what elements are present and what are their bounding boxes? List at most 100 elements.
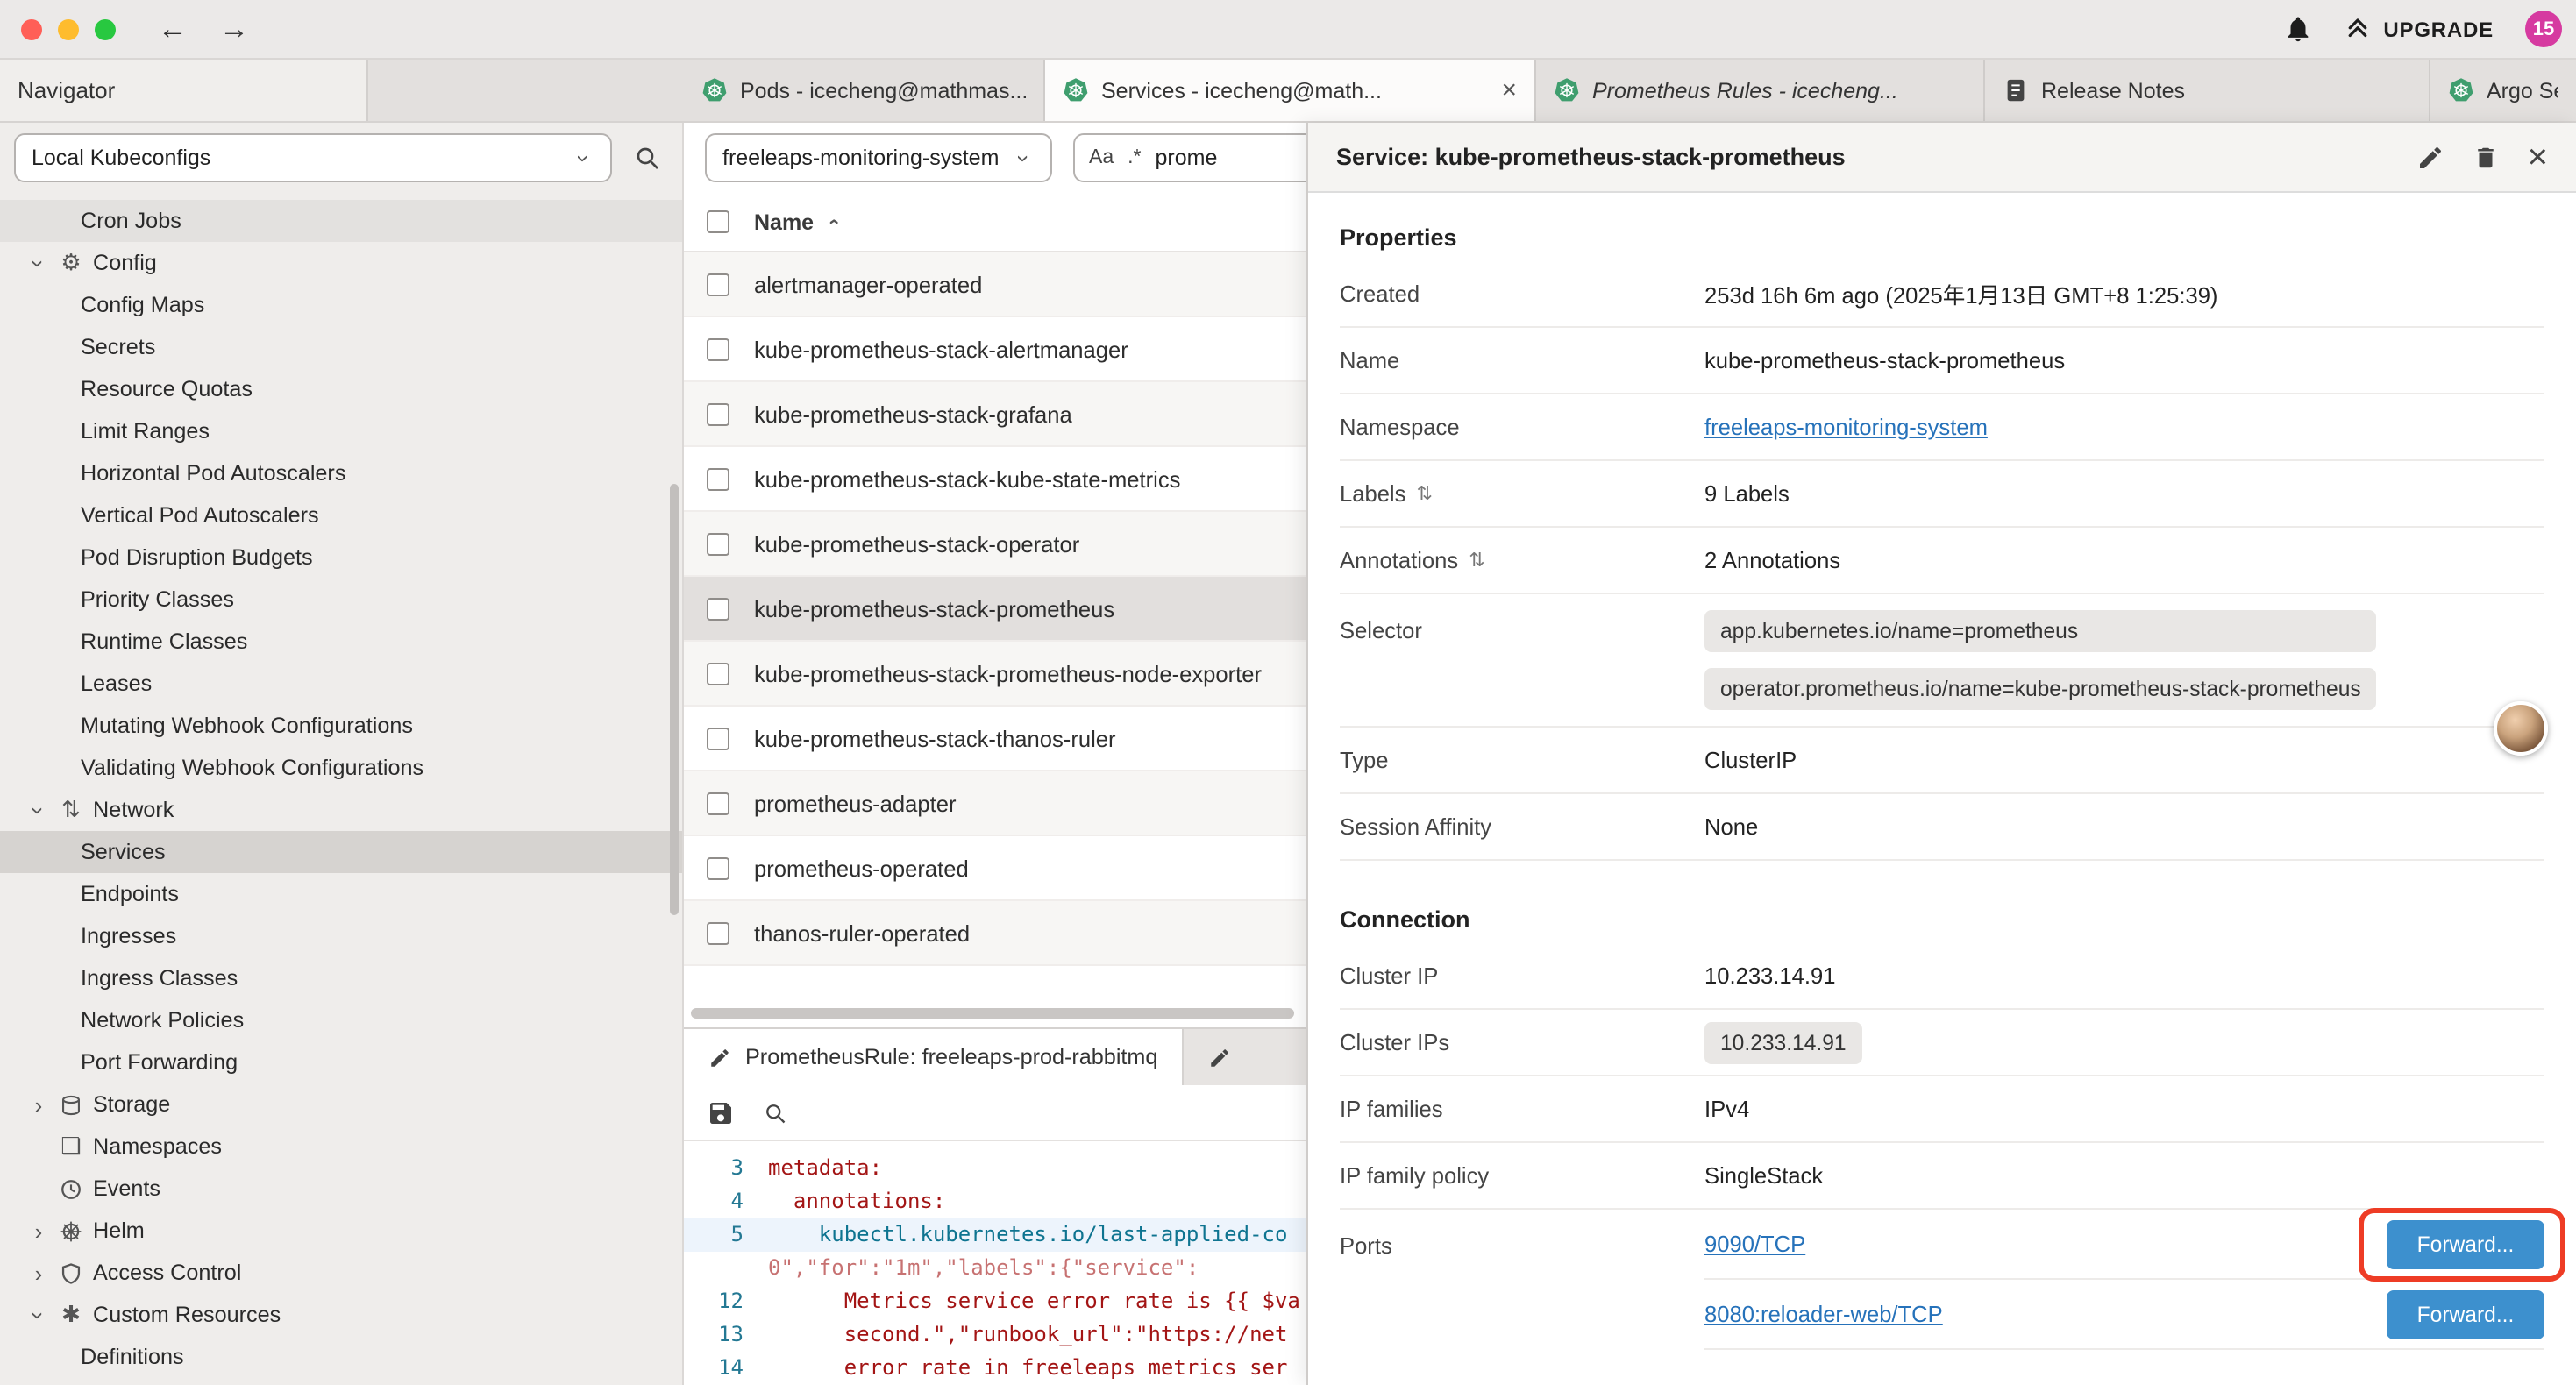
sidebar-item-ingresses[interactable]: Ingresses bbox=[0, 915, 682, 957]
sidebar-item-access-control[interactable]: › Access Control bbox=[0, 1252, 682, 1294]
forward-icon[interactable]: → bbox=[219, 14, 249, 44]
cluster-ips-badge: 10.233.14.91 bbox=[1704, 1021, 1862, 1063]
chevron-down-icon[interactable]: › bbox=[27, 1304, 50, 1325]
sidebar-item-config[interactable]: › ⚙ Config bbox=[0, 242, 682, 284]
selector-badge: app.kubernetes.io/name=prometheus bbox=[1704, 610, 2377, 652]
sidebar-item-network[interactable]: › ⇅ Network bbox=[0, 789, 682, 831]
sidebar-item-helm[interactable]: › Helm bbox=[0, 1210, 682, 1252]
sidebar-item-namespaces[interactable]: ❏ Namespaces bbox=[0, 1126, 682, 1168]
name-row: Name kube-prometheus-stack-prometheus bbox=[1340, 328, 2544, 394]
sidebar-item-port-forwarding[interactable]: Port Forwarding bbox=[0, 1041, 682, 1083]
select-all-checkbox[interactable] bbox=[707, 210, 729, 233]
shield-icon bbox=[56, 1261, 86, 1284]
tab-argo[interactable]: Argo Se... bbox=[2430, 60, 2576, 121]
chevron-right-icon[interactable]: › bbox=[28, 1261, 49, 1284]
namespace-link[interactable]: freeleaps-monitoring-system bbox=[1704, 414, 1988, 440]
forward-button[interactable]: Forward... bbox=[2387, 1219, 2544, 1268]
sidebar-item-vertical-pod-autoscalers[interactable]: Vertical Pod Autoscalers bbox=[0, 494, 682, 536]
close-window-button[interactable] bbox=[21, 18, 42, 39]
avatar[interactable] bbox=[2494, 701, 2548, 756]
row-checkbox[interactable] bbox=[707, 467, 729, 490]
sidebar-item-leases[interactable]: Leases bbox=[0, 663, 682, 705]
sidebar-item-endpoints[interactable]: Endpoints bbox=[0, 873, 682, 915]
line-number: 5 bbox=[684, 1218, 768, 1252]
delete-icon[interactable] bbox=[2473, 143, 2500, 171]
row-checkbox[interactable] bbox=[707, 727, 729, 749]
kubernetes-icon bbox=[1063, 77, 1089, 103]
expand-toggle-icon[interactable]: ⇅ bbox=[1416, 482, 1432, 505]
sidebar-item-config-maps[interactable]: Config Maps bbox=[0, 284, 682, 326]
sidebar-item-ingress-classes[interactable]: Ingress Classes bbox=[0, 957, 682, 999]
row-checkbox[interactable] bbox=[707, 921, 729, 944]
sidebar-item-resource-quotas[interactable]: Resource Quotas bbox=[0, 368, 682, 410]
sidebar-item-definitions[interactable]: Definitions bbox=[0, 1336, 682, 1378]
chevron-down-icon[interactable]: › bbox=[27, 799, 50, 820]
drawer-title: Service: kube-prometheus-stack-prometheu… bbox=[1336, 144, 2389, 170]
sidebar-item-custom-resources[interactable]: › ✱ Custom Resources bbox=[0, 1294, 682, 1336]
chevron-down-icon[interactable]: › bbox=[27, 252, 50, 273]
row-checkbox[interactable] bbox=[707, 273, 729, 295]
namespace-select-value: freeleaps-monitoring-system bbox=[722, 146, 999, 170]
row-checkbox[interactable] bbox=[707, 662, 729, 685]
row-checkbox[interactable] bbox=[707, 532, 729, 555]
close-icon[interactable]: × bbox=[2528, 139, 2548, 174]
match-case-icon[interactable]: Aa bbox=[1089, 147, 1114, 168]
minimize-window-button[interactable] bbox=[58, 18, 79, 39]
back-icon[interactable]: ← bbox=[158, 14, 188, 44]
sidebar-item-pod-disruption-budgets[interactable]: Pod Disruption Budgets bbox=[0, 536, 682, 579]
sidebar-item-mutating-webhook-configurations[interactable]: Mutating Webhook Configurations bbox=[0, 705, 682, 747]
chevron-down-icon: › bbox=[573, 147, 595, 168]
regex-icon[interactable]: .* bbox=[1128, 147, 1141, 168]
sidebar-item-horizontal-pod-autoscalers[interactable]: Horizontal Pod Autoscalers bbox=[0, 452, 682, 494]
chevron-right-icon[interactable]: › bbox=[28, 1093, 49, 1116]
sidebar-item-storage[interactable]: › Storage bbox=[0, 1083, 682, 1126]
sidebar-item-events[interactable]: Events bbox=[0, 1168, 682, 1210]
forward-button[interactable]: Forward... bbox=[2387, 1289, 2544, 1339]
search-icon[interactable] bbox=[763, 1100, 787, 1125]
chevron-right-icon[interactable]: › bbox=[28, 1219, 49, 1242]
drawer-body: Properties Created 253d 16h 6m ago (2025… bbox=[1308, 224, 2576, 1350]
port-link-9090[interactable]: 9090/TCP bbox=[1704, 1231, 1805, 1257]
selector-badge: operator.prometheus.io/name=kube-prometh… bbox=[1704, 668, 2377, 710]
row-checkbox[interactable] bbox=[707, 597, 729, 620]
tab-prometheus-rules[interactable]: Prometheus Rules - icecheng... bbox=[1536, 60, 1985, 121]
window-titlebar: ← → UPGRADE 15 bbox=[0, 0, 2576, 60]
sidebar-item-services[interactable]: Services bbox=[0, 831, 682, 873]
sidebar-item-network-policies[interactable]: Network Policies bbox=[0, 999, 682, 1041]
expand-toggle-icon[interactable]: ⇅ bbox=[1469, 549, 1484, 572]
cluster-ip-row: Cluster IP 10.233.14.91 bbox=[1340, 943, 2544, 1010]
edit-icon[interactable] bbox=[2417, 143, 2445, 171]
notification-badge[interactable]: 15 bbox=[2525, 11, 2562, 47]
row-checkbox[interactable] bbox=[707, 792, 729, 814]
tab-pods[interactable]: Pods - icecheng@mathmas... bbox=[684, 60, 1045, 121]
search-input[interactable] bbox=[1156, 146, 1313, 170]
namespace-select[interactable]: freeleaps-monitoring-system › bbox=[705, 133, 1052, 182]
sidebar-item-cron-jobs[interactable]: Cron Jobs bbox=[0, 200, 682, 242]
bell-icon[interactable] bbox=[2283, 14, 2313, 44]
tab-services[interactable]: Services - icecheng@math... × bbox=[1045, 60, 1536, 121]
row-checkbox[interactable] bbox=[707, 402, 729, 425]
row-checkbox[interactable] bbox=[707, 856, 729, 879]
save-icon[interactable] bbox=[707, 1098, 735, 1126]
sidebar-scrollbar[interactable] bbox=[670, 484, 679, 915]
zoom-window-button[interactable] bbox=[95, 18, 116, 39]
name-column-header[interactable]: Name › bbox=[754, 210, 845, 234]
dock-tab-prometheusrule[interactable]: PrometheusRule: freeleaps-prod-rabbitmq bbox=[684, 1029, 1184, 1085]
sidebar-item-limit-ranges[interactable]: Limit Ranges bbox=[0, 410, 682, 452]
port-link-8080[interactable]: 8080:reloader-web/TCP bbox=[1704, 1301, 1943, 1327]
search-icon[interactable] bbox=[633, 144, 661, 172]
horizontal-scrollbar[interactable] bbox=[691, 1008, 1294, 1019]
upgrade-button[interactable]: UPGRADE bbox=[2345, 16, 2494, 42]
sidebar-item-secrets[interactable]: Secrets bbox=[0, 326, 682, 368]
close-icon[interactable]: × bbox=[1494, 75, 1517, 105]
selector-row: Selector app.kubernetes.io/name=promethe… bbox=[1340, 594, 2544, 728]
kubeconfig-select[interactable]: Local Kubeconfigs › bbox=[14, 133, 612, 182]
row-checkbox[interactable] bbox=[707, 337, 729, 360]
sidebar-item-runtime-classes[interactable]: Runtime Classes bbox=[0, 621, 682, 663]
tab-release-notes[interactable]: Release Notes bbox=[1985, 60, 2430, 121]
helm-wheel-icon bbox=[56, 1219, 86, 1242]
ports-row: Ports 9090/TCP Forward... 8080:reloader-… bbox=[1340, 1210, 2544, 1350]
sidebar-item-priority-classes[interactable]: Priority Classes bbox=[0, 579, 682, 621]
dock-tab-2[interactable] bbox=[1184, 1029, 1256, 1085]
sidebar-item-validating-webhook-configurations[interactable]: Validating Webhook Configurations bbox=[0, 747, 682, 789]
